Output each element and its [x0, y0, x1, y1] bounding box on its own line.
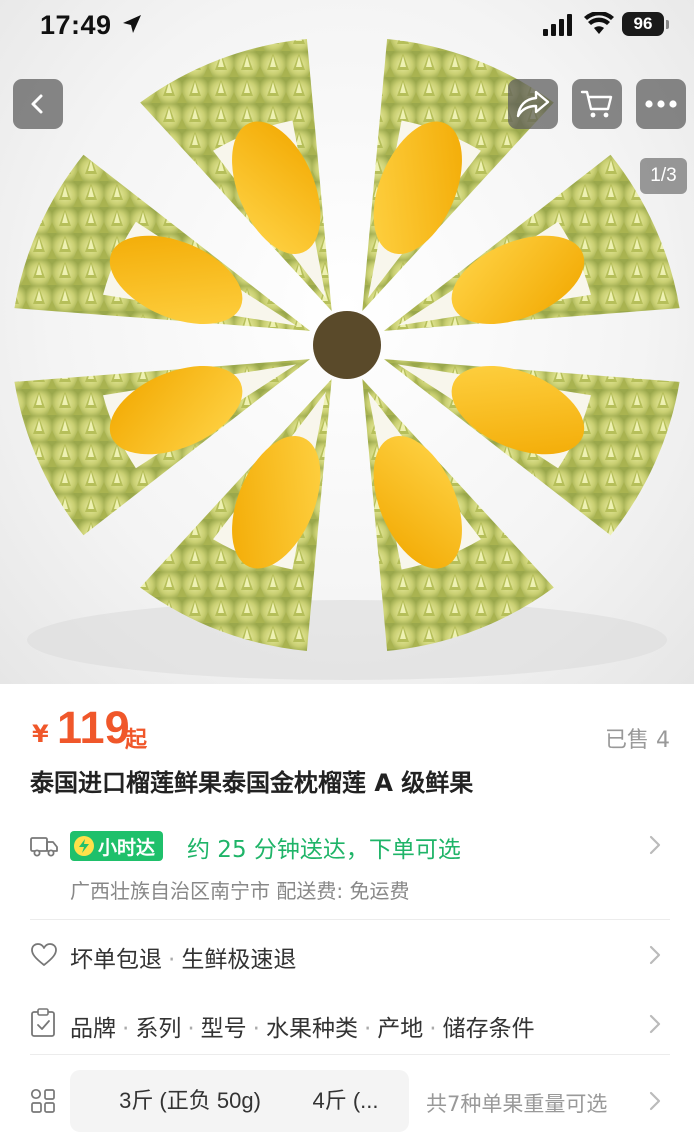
delivery-location-fee: 广西壮族自治区南宁市 配送费: 免运费 [70, 879, 410, 903]
battery-indicator: 96 [622, 12, 664, 36]
divider [30, 1054, 670, 1055]
cart-button[interactable] [572, 79, 622, 129]
parameter-items: 品牌 · 系列 · 型号 · 水果种类 · 产地 · 储存条件 [70, 1016, 535, 1042]
back-button[interactable] [13, 79, 63, 129]
service-guarantee-row[interactable]: 坏单包退 · 生鲜极速退 [30, 936, 670, 976]
battery-tip [666, 20, 669, 29]
durian-core [313, 311, 381, 379]
grid-icon [30, 1088, 55, 1113]
delivery-time-text: 约 25 分钟送达，下单可选 [187, 837, 461, 863]
parameters-row[interactable]: 品牌 · 系列 · 型号 · 水果种类 · 产地 · 储存条件 [30, 1005, 670, 1045]
price-row: ¥ 119 起 已售 4 [30, 700, 670, 760]
spec-option[interactable]: 4斤 (... [282, 1070, 409, 1132]
image-counter: 1/3 [640, 158, 687, 194]
product-title: 泰国进口榴莲鲜果泰国金枕榴莲 A 级鲜果 [30, 769, 474, 797]
location-arrow-icon [123, 15, 141, 33]
spec-option[interactable]: 3斤 (正负 50g) [70, 1070, 310, 1132]
cart-icon [580, 90, 613, 118]
price-suffix: 起 [125, 728, 148, 753]
param-item: 品牌 [70, 1016, 116, 1042]
price-value: 119 [57, 702, 130, 753]
delivery-row[interactable]: 小时达 约 25 分钟送达，下单可选 广西壮族自治区南宁市 配送费: 免运费 [30, 828, 670, 908]
chevron-right-icon [649, 1091, 661, 1111]
heart-icon [31, 943, 57, 966]
spec-more-text: 共7种单果重量可选 [426, 1092, 608, 1116]
service-items: 坏单包退 · 生鲜极速退 [70, 947, 297, 973]
currency-symbol: ¥ [32, 720, 49, 748]
hourly-delivery-badge: 小时达 [70, 831, 164, 861]
sold-count: 已售 4 [605, 728, 670, 753]
param-item: 产地 [377, 1016, 424, 1042]
chevron-right-icon [649, 835, 661, 855]
spec-options-row[interactable]: 3斤 (正负 50g) 4斤 (... 共7种单果重量可选 [30, 1070, 670, 1134]
truck-icon [30, 837, 58, 857]
param-item: 储存条件 [442, 1016, 535, 1042]
share-icon [516, 90, 550, 118]
divider [30, 919, 670, 920]
cellular-signal-icon [543, 14, 572, 36]
chevron-right-icon [649, 945, 661, 965]
service-item: 生鲜极速退 [181, 947, 297, 973]
chevron-left-icon [31, 94, 43, 114]
clipboard-icon [31, 1008, 55, 1037]
chevron-right-icon [649, 1014, 661, 1034]
more-button[interactable] [636, 79, 686, 129]
clock: 17:49 [40, 10, 112, 40]
more-icon [645, 100, 677, 108]
wifi-icon [584, 12, 614, 34]
service-item: 坏单包退 [70, 947, 162, 973]
lightning-icon [74, 836, 94, 856]
param-item: 型号 [200, 1016, 247, 1042]
share-button[interactable] [508, 79, 558, 129]
status-bar: 17:49 96 [0, 0, 694, 52]
product-image-gallery[interactable]: 17:49 96 1/3 [0, 0, 694, 684]
badge-label: 小时达 [98, 836, 156, 859]
param-item: 系列 [135, 1016, 182, 1042]
param-item: 水果种类 [265, 1016, 358, 1042]
